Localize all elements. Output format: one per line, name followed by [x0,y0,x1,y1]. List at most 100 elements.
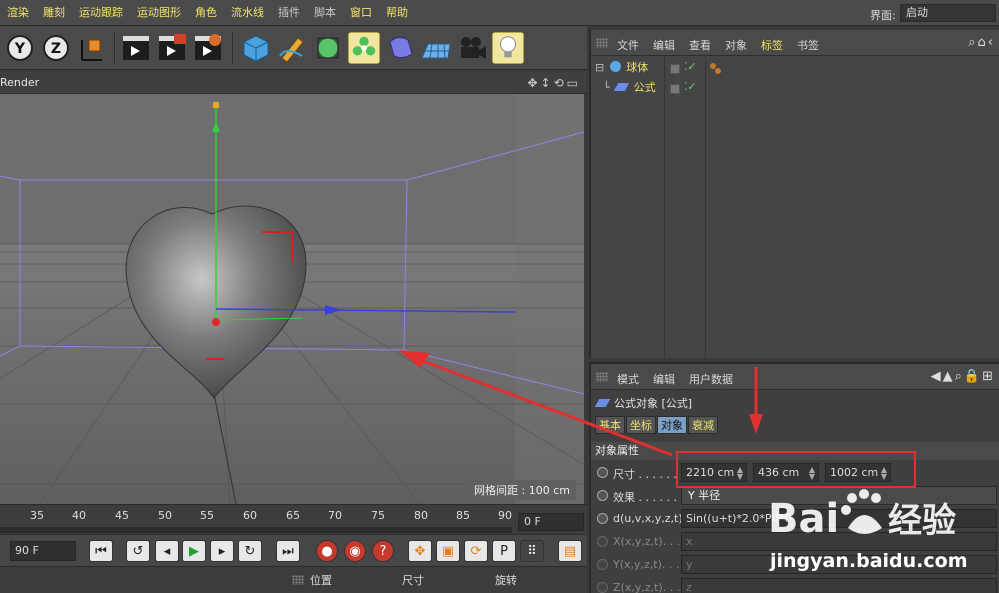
timeline-tick: 35 [30,509,44,522]
z-animate-radio [597,582,608,593]
object-name: 球体 [626,61,649,74]
z-axis-icon[interactable]: Z [40,32,72,64]
render-settings-icon[interactable] [192,32,224,64]
scale-key-icon[interactable]: ▣ [436,540,460,562]
object-name: 公式 [633,81,656,94]
effect-animate-radio[interactable] [597,490,608,501]
timeline-tick: 80 [414,509,428,522]
timeline-tick: 45 [115,509,129,522]
coord-header-position: 位置 [310,574,332,587]
end-frame-field[interactable]: 90 F [10,541,76,561]
am-menu-mode[interactable]: 模式 [617,371,639,387]
pen-icon[interactable] [276,32,308,64]
current-frame-field[interactable]: 0 F [518,513,584,531]
attribute-tabs: 基本 坐标 对象 衰减 [595,416,719,434]
om-menu-objects[interactable]: 对象 [725,37,747,53]
d-animate-radio[interactable] [597,513,608,524]
am-nav-icons[interactable]: ◀▲⌕🔒⊞ [931,369,995,384]
om-search-icon[interactable]: ⌕⌂‹ [968,35,995,50]
tab-object[interactable]: 对象 [657,416,687,434]
timeline-tick: 70 [328,509,342,522]
object-origin [212,318,220,326]
viewport-title: Render [0,76,40,89]
render-view-icon[interactable] [120,32,152,64]
object-row-formula[interactable]: └ 公式 [603,78,656,98]
tag-icon[interactable] [715,68,721,74]
timeline-track[interactable] [0,527,512,533]
timeline[interactable]: 35 40 45 50 55 60 65 70 75 80 85 90 0 F [0,504,587,534]
viewport-nav-icons[interactable]: ✥↕⟲▭ [527,76,581,90]
menu-pipeline[interactable]: 流水线 [224,0,271,26]
next-key-icon[interactable]: ↻ [238,540,262,562]
menu-script[interactable]: 脚本 [307,0,343,26]
baidu-logo: Bai 经验 [768,489,956,542]
object-flags: ⁚✓ ⁚✓ [666,56,706,358]
panel-grip-icon[interactable] [596,372,608,382]
x-animate-radio [597,536,608,547]
go-to-end-icon[interactable]: ⏭ [276,540,300,562]
previous-key-icon[interactable]: ↺ [126,540,150,562]
coord-header-rotation: 旋转 [495,574,517,587]
menu-mograph[interactable]: 运动图形 [130,0,188,26]
viewport-3d[interactable]: 网格间距 : 100 cm [0,94,584,504]
visibility-toggle-icon[interactable] [670,64,680,74]
deformer-icon[interactable] [384,32,416,64]
am-menu-user-data[interactable]: 用户数据 [689,371,733,387]
point-level-key-icon[interactable]: ⠿ [520,540,544,562]
object-row-sphere[interactable]: ⊟ 球体 [595,58,648,78]
visibility-toggle-icon[interactable] [670,84,680,94]
cube-icon[interactable] [240,32,272,64]
svg-text:Bai: Bai [768,496,839,542]
previous-frame-icon[interactable]: ◂ [155,540,179,562]
menu-sculpt[interactable]: 雕刻 [36,0,72,26]
rotation-key-icon[interactable]: ⟳ [464,540,488,562]
timeline-tick: 65 [286,509,300,522]
cinema4d-window: 渲染 雕刻 运动跟踪 运动图形 角色 流水线 插件 脚本 窗口 帮助 界面: 启… [0,0,999,593]
layout-select[interactable]: 启动 [900,4,996,22]
object-list: ⊟ 球体 └ 公式 [591,56,665,358]
subdivision-icon[interactable] [312,32,344,64]
menu-character[interactable]: 角色 [188,0,224,26]
auto-keying-icon[interactable]: ◉ [344,540,366,562]
menu-help[interactable]: 帮助 [379,0,415,26]
y-axis-icon[interactable]: Y [4,32,36,64]
go-to-start-icon[interactable]: ⏮ [89,540,113,562]
array-icon[interactable] [348,32,380,64]
parameter-key-icon[interactable]: P [492,540,516,562]
size-animate-radio[interactable] [597,467,608,478]
baidu-watermark: Bai 经验 jingyan.baidu.com [764,484,994,584]
tab-basic[interactable]: 基本 [595,416,625,434]
panel-grip-icon[interactable] [596,38,608,48]
om-menu-bookmarks[interactable]: 书签 [797,37,819,53]
om-menu-edit[interactable]: 编辑 [653,37,675,53]
viewport-scene [0,94,584,504]
position-key-icon[interactable]: ✥ [408,540,432,562]
play-icon[interactable]: ▶ [182,540,206,562]
coordinate-system-icon[interactable] [76,32,108,64]
sphere-icon [609,61,621,72]
formula-icon [613,83,630,91]
am-menu-edit[interactable]: 编辑 [653,371,675,387]
om-menu-tags[interactable]: 标签 [761,37,783,53]
menu-window[interactable]: 窗口 [343,0,379,26]
om-menu-view[interactable]: 查看 [689,37,711,53]
om-menu-file[interactable]: 文件 [617,37,639,53]
keyframe-selection-icon[interactable]: ? [372,540,394,562]
floor-icon[interactable] [420,32,452,64]
enabled-check-icon[interactable]: ⁚✓ [684,60,697,73]
render-picture-viewer-icon[interactable] [156,32,188,64]
record-keys-icon[interactable]: ● [316,540,338,562]
menu-motion-tracking[interactable]: 运动跟踪 [72,0,130,26]
y-animate-radio [597,559,608,570]
menu-plugins[interactable]: 插件 [271,0,307,26]
light-icon[interactable] [492,32,524,64]
viewport-sky [0,94,584,244]
menu-render[interactable]: 渲染 [0,0,36,26]
grid-spacing-readout: 网格间距 : 100 cm [468,480,576,500]
tab-coord[interactable]: 坐标 [626,416,656,434]
enabled-check-icon[interactable]: ⁚✓ [684,80,697,93]
camera-icon[interactable] [456,32,488,64]
next-frame-icon[interactable]: ▸ [210,540,234,562]
film-strip-icon[interactable]: ▤ [558,540,582,562]
tab-falloff[interactable]: 衰减 [688,416,718,434]
